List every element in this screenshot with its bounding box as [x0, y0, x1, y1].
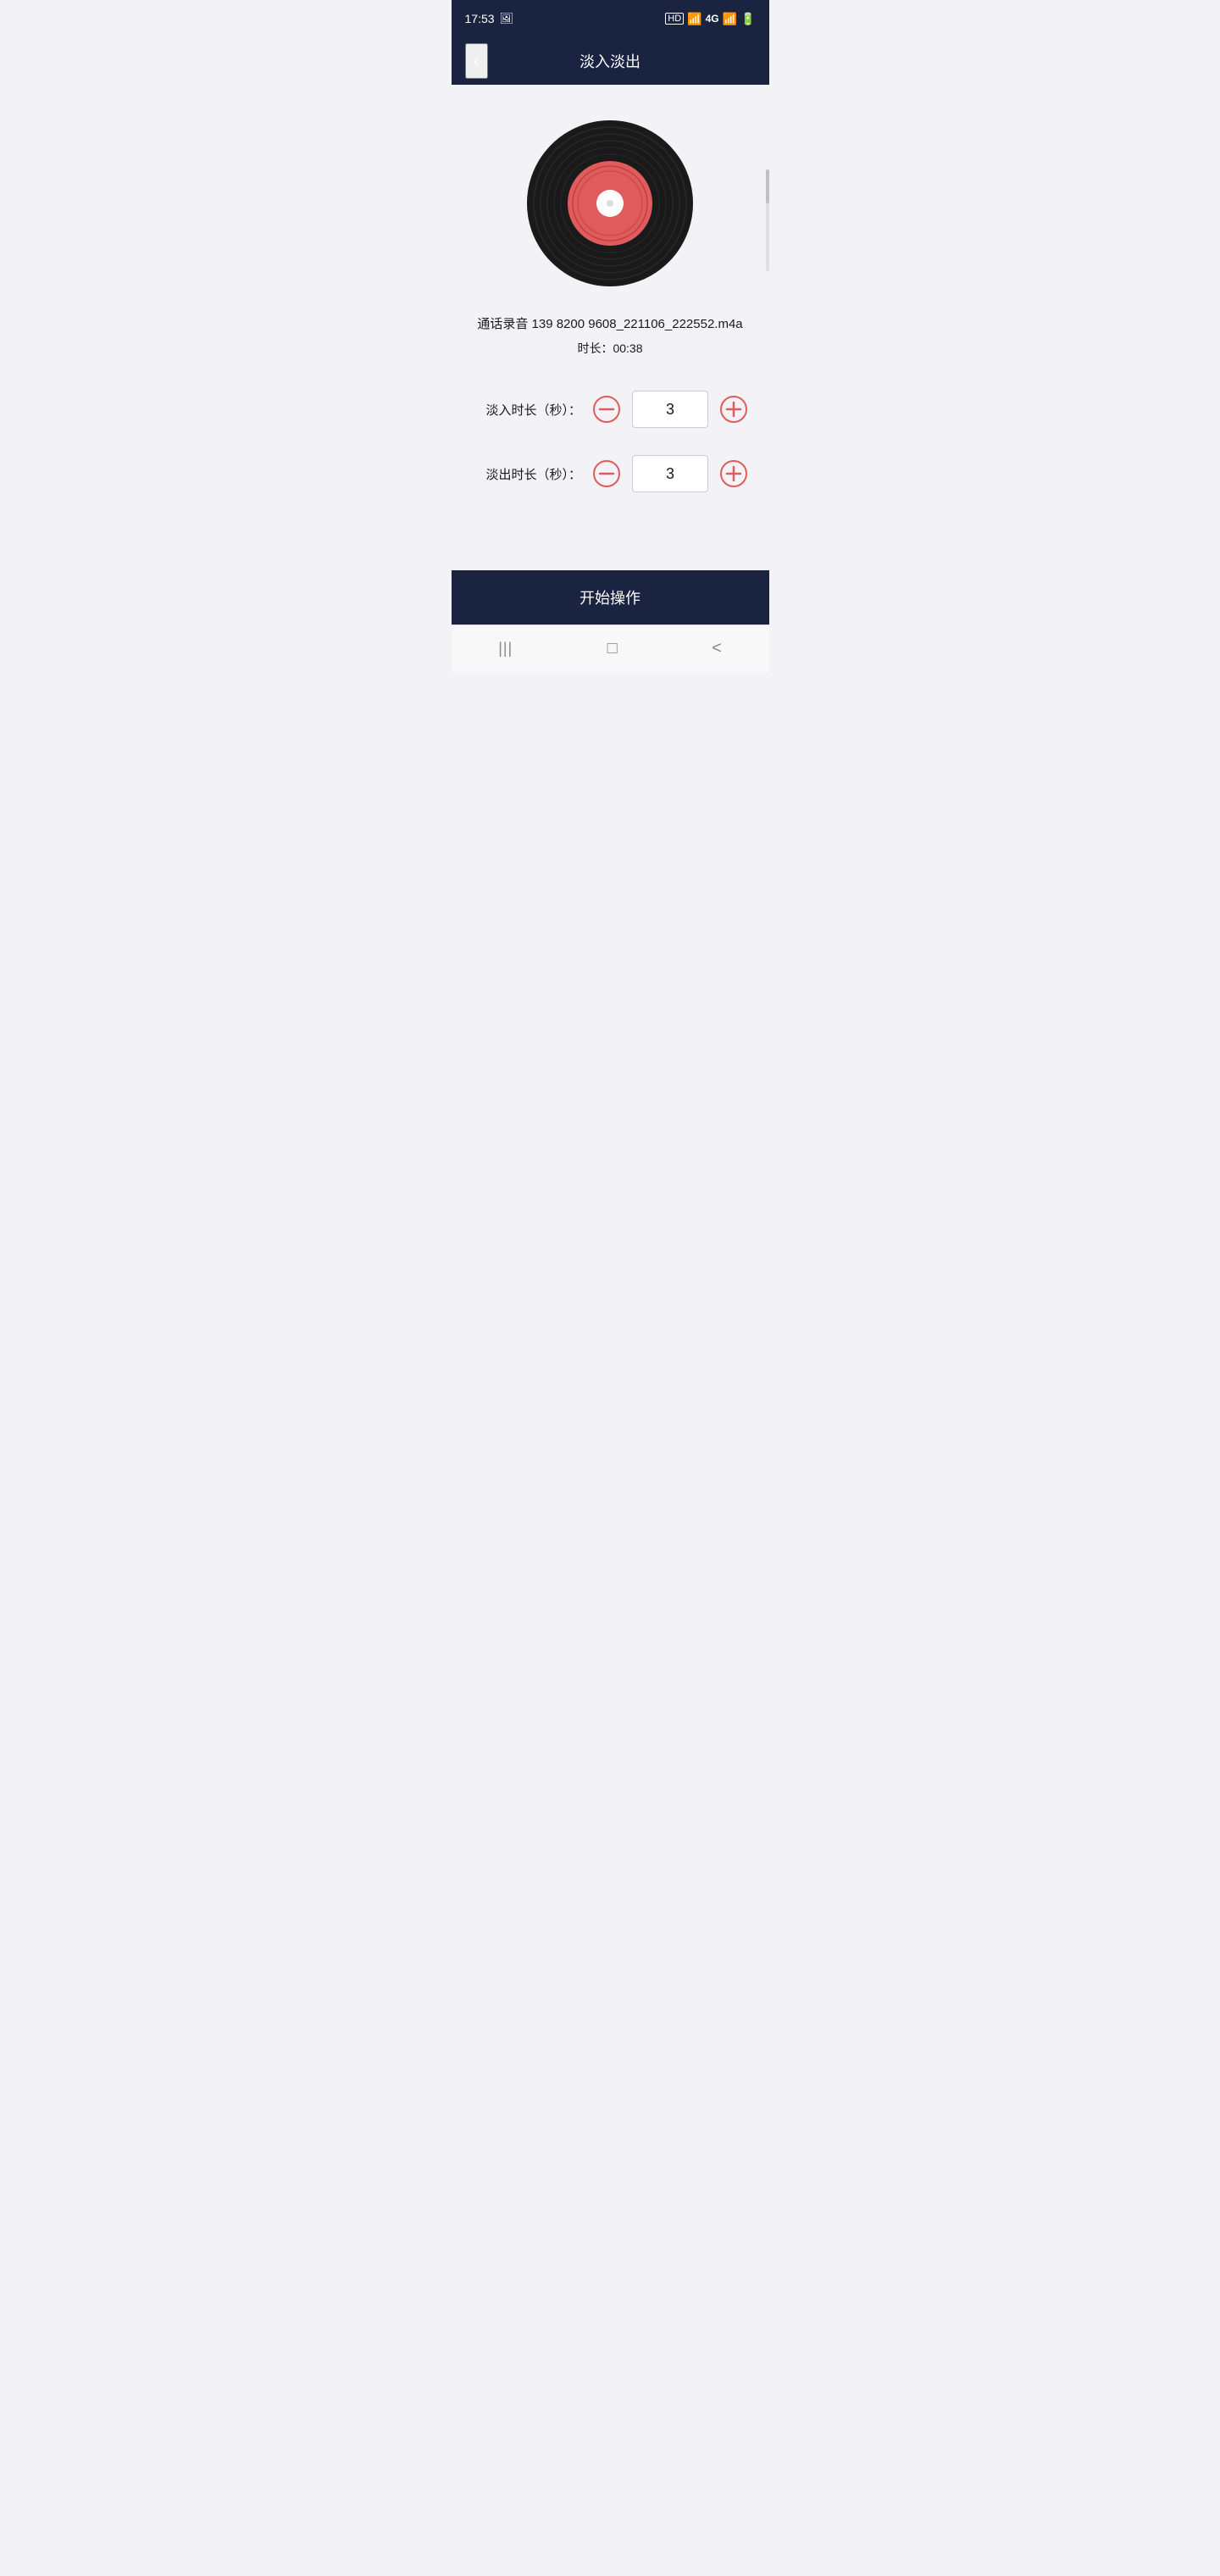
bottom-bar: 开始操作 [452, 570, 769, 625]
fade-in-increase-button[interactable] [718, 394, 749, 425]
fade-out-label: 淡出时长（秒）： [471, 465, 581, 483]
fade-out-row: 淡出时长（秒）： [469, 455, 752, 492]
controls-section: 淡入时长（秒）： 淡出时长（秒）： [469, 391, 752, 519]
minus-circle-icon-2 [592, 459, 621, 488]
plus-circle-icon [719, 395, 748, 424]
fade-in-decrease-button[interactable] [591, 394, 622, 425]
vinyl-record [525, 119, 695, 288]
back-nav-button[interactable]: < [691, 632, 742, 665]
home-icon: □ [607, 639, 618, 658]
home-nav-button[interactable]: □ [587, 632, 638, 665]
scrollbar-track[interactable] [766, 169, 769, 271]
start-operation-button[interactable]: 开始操作 [580, 586, 640, 608]
minus-circle-icon [592, 395, 621, 424]
fade-out-input[interactable] [632, 455, 708, 492]
menu-icon: ||| [498, 640, 513, 658]
fade-in-row: 淡入时长（秒）： [469, 391, 752, 428]
status-bar-right: HD 📶 4G 📶 🔋 [665, 12, 755, 26]
plus-circle-icon-2 [719, 459, 748, 488]
fade-out-decrease-button[interactable] [591, 458, 622, 489]
back-button[interactable]: ‹ [465, 43, 488, 79]
4g-icon: 4G [706, 13, 719, 25]
scrollbar-thumb [766, 169, 769, 203]
fade-out-increase-button[interactable] [718, 458, 749, 489]
nav-bar: ||| □ < [452, 625, 769, 672]
hd-label: HD [665, 13, 684, 25]
gallery-icon: 🖼 [500, 12, 514, 25]
file-name: 通话录音 139 8200 9608_221106_222552.m4a [477, 315, 742, 333]
file-info: 通话录音 139 8200 9608_221106_222552.m4a 时长：… [477, 315, 742, 357]
header: ‹ 淡入淡出 [452, 37, 769, 85]
file-duration: 时长：00:38 [477, 340, 742, 357]
signal-icon: 📶 [723, 12, 737, 26]
fade-in-label: 淡入时长（秒）： [471, 401, 581, 419]
status-bar-left: 17:53 🖼 [465, 12, 514, 25]
time-display: 17:53 [465, 12, 495, 25]
main-content: 通话录音 139 8200 9608_221106_222552.m4a 时长：… [452, 85, 769, 570]
back-nav-icon: < [712, 639, 722, 658]
page-title: 淡入淡出 [580, 50, 640, 72]
menu-nav-button[interactable]: ||| [478, 633, 533, 664]
wifi-icon: 📶 [687, 12, 702, 26]
battery-icon: 🔋 [740, 12, 755, 26]
fade-in-input[interactable] [632, 391, 708, 428]
status-bar: 17:53 🖼 HD 📶 4G 📶 🔋 [452, 0, 769, 37]
vinyl-container [525, 119, 695, 288]
